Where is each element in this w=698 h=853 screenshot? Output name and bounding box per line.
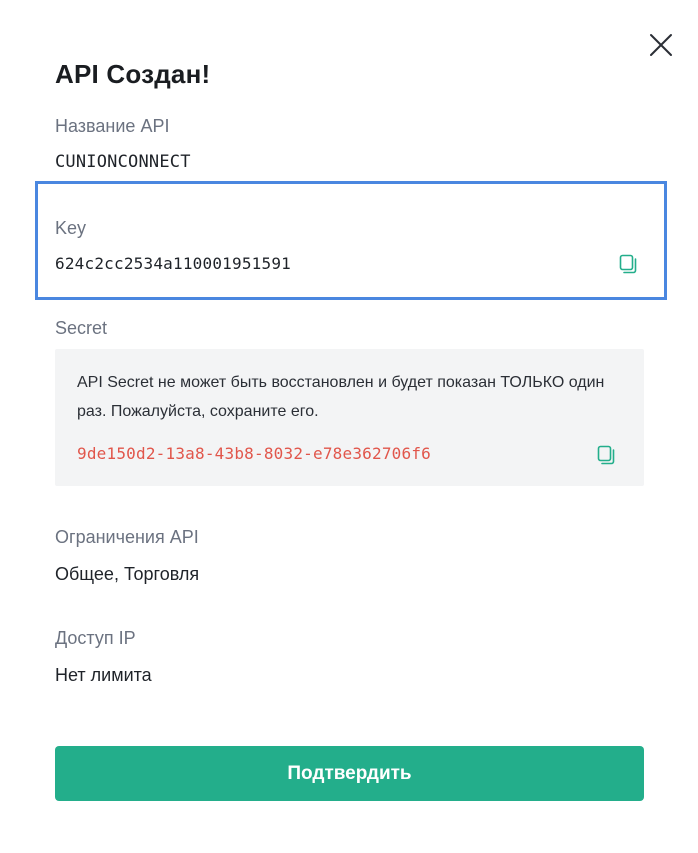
ip-access-label: Доступ IP: [55, 628, 136, 648]
ip-access-value: Нет лимита: [55, 665, 152, 685]
copy-icon: [597, 445, 615, 465]
key-label: Key: [55, 218, 87, 238]
secret-warning-text: API Secret не может быть восстановлен и …: [77, 374, 605, 420]
secret-copy-button[interactable]: [596, 445, 616, 465]
api-restrictions-value: Общее, Торговля: [55, 564, 200, 584]
secret-value: 9de150d2-13a8-43b8-8032-e78e362706f6: [77, 444, 431, 463]
secret-label: Secret: [55, 318, 108, 338]
api-name-label: Название API: [55, 116, 170, 136]
confirm-button[interactable]: Подтвердить: [55, 746, 644, 801]
api-name-value: CUNIONCONNECT: [55, 152, 191, 172]
secret-box: API Secret не может быть восстановлен и …: [55, 349, 644, 486]
api-created-dialog: API Создан! Название API CUNIONCONNECT K…: [0, 0, 698, 853]
close-icon: [650, 34, 672, 56]
copy-icon: [619, 254, 637, 274]
api-restrictions-label: Ограничения API: [55, 527, 199, 547]
key-value: 624c2cc2534a110001951591: [55, 254, 291, 273]
close-button[interactable]: [646, 30, 676, 60]
key-highlight-frame: [35, 181, 667, 300]
key-copy-button[interactable]: [618, 254, 638, 274]
dialog-title: API Создан!: [55, 59, 211, 89]
